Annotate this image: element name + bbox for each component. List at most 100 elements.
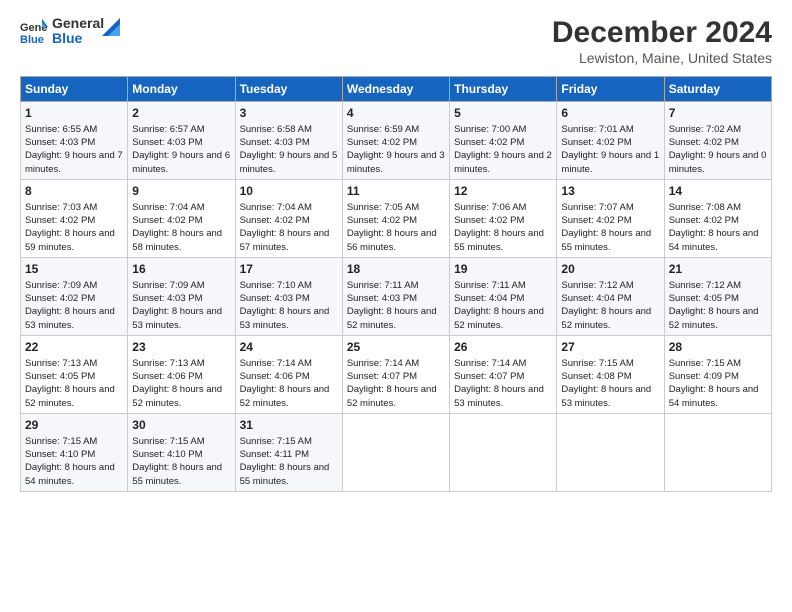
sunset-text: Sunset: 4:10 PM [25, 449, 95, 460]
sunset-text: Sunset: 4:03 PM [25, 137, 95, 148]
day-number: 11 [347, 183, 445, 200]
sunset-text: Sunset: 4:02 PM [561, 215, 631, 226]
sunrise-text: Sunrise: 7:04 AM [132, 202, 204, 213]
sunset-text: Sunset: 4:02 PM [25, 293, 95, 304]
table-row: 6Sunrise: 7:01 AMSunset: 4:02 PMDaylight… [557, 102, 664, 180]
daylight-text: Daylight: 8 hours and 52 minutes. [347, 384, 437, 408]
col-friday: Friday [557, 77, 664, 102]
sunrise-text: Sunrise: 7:09 AM [25, 280, 97, 291]
day-number: 3 [240, 105, 338, 122]
daylight-text: Daylight: 8 hours and 52 minutes. [454, 306, 544, 330]
sunrise-text: Sunrise: 7:07 AM [561, 202, 633, 213]
sunrise-text: Sunrise: 7:03 AM [25, 202, 97, 213]
table-row [342, 413, 449, 491]
col-monday: Monday [128, 77, 235, 102]
day-number: 19 [454, 261, 552, 278]
table-row: 15 Sunrise: 7:09 AM Sunset: 4:02 PM Dayligh… [21, 257, 128, 335]
calendar-table: Sunday Monday Tuesday Wednesday Thursday… [20, 76, 772, 492]
table-row: 17Sunrise: 7:10 AMSunset: 4:03 PMDayligh… [235, 257, 342, 335]
sunset-text: Sunset: 4:06 PM [132, 371, 202, 382]
table-row [664, 413, 771, 491]
sunset-text: Sunset: 4:02 PM [669, 137, 739, 148]
day-number: 22 [25, 339, 123, 356]
calendar-week-row: 1 Sunrise: 6:55 AM Sunset: 4:03 PM Daylight… [21, 102, 772, 180]
table-row: 10Sunrise: 7:04 AMSunset: 4:02 PMDayligh… [235, 179, 342, 257]
sunset-text: Sunset: 4:02 PM [669, 215, 739, 226]
day-number: 6 [561, 105, 659, 122]
daylight-text: Daylight: 8 hours and 57 minutes. [240, 228, 330, 252]
table-row: 28Sunrise: 7:15 AMSunset: 4:09 PMDayligh… [664, 335, 771, 413]
day-number: 30 [132, 417, 230, 434]
sunrise-text: Sunrise: 7:14 AM [347, 358, 419, 369]
daylight-text: Daylight: 8 hours and 52 minutes. [132, 384, 222, 408]
svg-text:Blue: Blue [20, 34, 44, 45]
daylight-text: Daylight: 8 hours and 53 minutes. [25, 306, 115, 330]
daylight-text: Daylight: 8 hours and 54 minutes. [25, 462, 115, 486]
daylight-text: Daylight: 8 hours and 53 minutes. [240, 306, 330, 330]
table-row: 30Sunrise: 7:15 AMSunset: 4:10 PMDayligh… [128, 413, 235, 491]
logo-blue: Blue [52, 31, 104, 46]
daylight-text: Daylight: 8 hours and 53 minutes. [561, 384, 651, 408]
day-number: 24 [240, 339, 338, 356]
col-wednesday: Wednesday [342, 77, 449, 102]
day-number: 1 [25, 105, 123, 122]
sunrise-text: Sunrise: 6:55 AM [25, 124, 97, 135]
day-number: 25 [347, 339, 445, 356]
sunset-text: Sunset: 4:04 PM [454, 293, 524, 304]
day-number: 2 [132, 105, 230, 122]
sunrise-text: Sunrise: 7:02 AM [669, 124, 741, 135]
sunrise-text: Sunrise: 7:11 AM [454, 280, 526, 291]
col-saturday: Saturday [664, 77, 771, 102]
daylight-text: Daylight: 8 hours and 54 minutes. [669, 384, 759, 408]
sunrise-text: Sunrise: 7:15 AM [25, 436, 97, 447]
main-title: December 2024 [552, 16, 772, 50]
sunrise-text: Sunrise: 7:14 AM [454, 358, 526, 369]
day-number: 20 [561, 261, 659, 278]
day-number: 23 [132, 339, 230, 356]
sunrise-text: Sunrise: 7:12 AM [561, 280, 633, 291]
day-number: 7 [669, 105, 767, 122]
sunset-text: Sunset: 4:07 PM [347, 371, 417, 382]
sunrise-text: Sunrise: 7:14 AM [240, 358, 312, 369]
day-number: 16 [132, 261, 230, 278]
table-row [557, 413, 664, 491]
sunset-text: Sunset: 4:03 PM [347, 293, 417, 304]
table-row: 19 Sunrise: 7:11 AM Sunset: 4:04 PM Dayligh… [450, 257, 557, 335]
table-row: 29 Sunrise: 7:15 AM Sunset: 4:10 PM Dayligh… [21, 413, 128, 491]
day-number: 26 [454, 339, 552, 356]
daylight-text: Daylight: 8 hours and 52 minutes. [25, 384, 115, 408]
logo: General Blue General Blue [20, 16, 120, 47]
table-row: 27Sunrise: 7:15 AMSunset: 4:08 PMDayligh… [557, 335, 664, 413]
page: General Blue General Blue December 2024 … [0, 0, 792, 504]
table-row: 16Sunrise: 7:09 AMSunset: 4:03 PMDayligh… [128, 257, 235, 335]
table-row: 11Sunrise: 7:05 AMSunset: 4:02 PMDayligh… [342, 179, 449, 257]
daylight-text: Daylight: 8 hours and 53 minutes. [132, 306, 222, 330]
table-row: 2Sunrise: 6:57 AMSunset: 4:03 PMDaylight… [128, 102, 235, 180]
sunrise-text: Sunrise: 7:09 AM [132, 280, 204, 291]
daylight-text: Daylight: 9 hours and 0 minutes. [669, 150, 767, 174]
sunset-text: Sunset: 4:03 PM [240, 293, 310, 304]
sunset-text: Sunset: 4:02 PM [132, 215, 202, 226]
day-number: 15 [25, 261, 123, 278]
table-row [450, 413, 557, 491]
sunset-text: Sunset: 4:07 PM [454, 371, 524, 382]
calendar-week-row: 15 Sunrise: 7:09 AM Sunset: 4:02 PM Dayligh… [21, 257, 772, 335]
calendar-header-row: Sunday Monday Tuesday Wednesday Thursday… [21, 77, 772, 102]
day-number: 13 [561, 183, 659, 200]
sunrise-text: Sunrise: 6:59 AM [347, 124, 419, 135]
sunrise-text: Sunrise: 7:06 AM [454, 202, 526, 213]
sunset-text: Sunset: 4:02 PM [454, 137, 524, 148]
logo-triangle-icon [102, 18, 120, 36]
day-number: 31 [240, 417, 338, 434]
sunrise-text: Sunrise: 6:57 AM [132, 124, 204, 135]
table-row: 31Sunrise: 7:15 AMSunset: 4:11 PMDayligh… [235, 413, 342, 491]
day-number: 29 [25, 417, 123, 434]
day-number: 14 [669, 183, 767, 200]
daylight-text: Daylight: 9 hours and 7 minutes. [25, 150, 123, 174]
sunset-text: Sunset: 4:02 PM [240, 215, 310, 226]
table-row: 3Sunrise: 6:58 AMSunset: 4:03 PMDaylight… [235, 102, 342, 180]
table-row: 5Sunrise: 7:00 AMSunset: 4:02 PMDaylight… [450, 102, 557, 180]
sunset-text: Sunset: 4:06 PM [240, 371, 310, 382]
table-row: 24Sunrise: 7:14 AMSunset: 4:06 PMDayligh… [235, 335, 342, 413]
sunset-text: Sunset: 4:05 PM [669, 293, 739, 304]
